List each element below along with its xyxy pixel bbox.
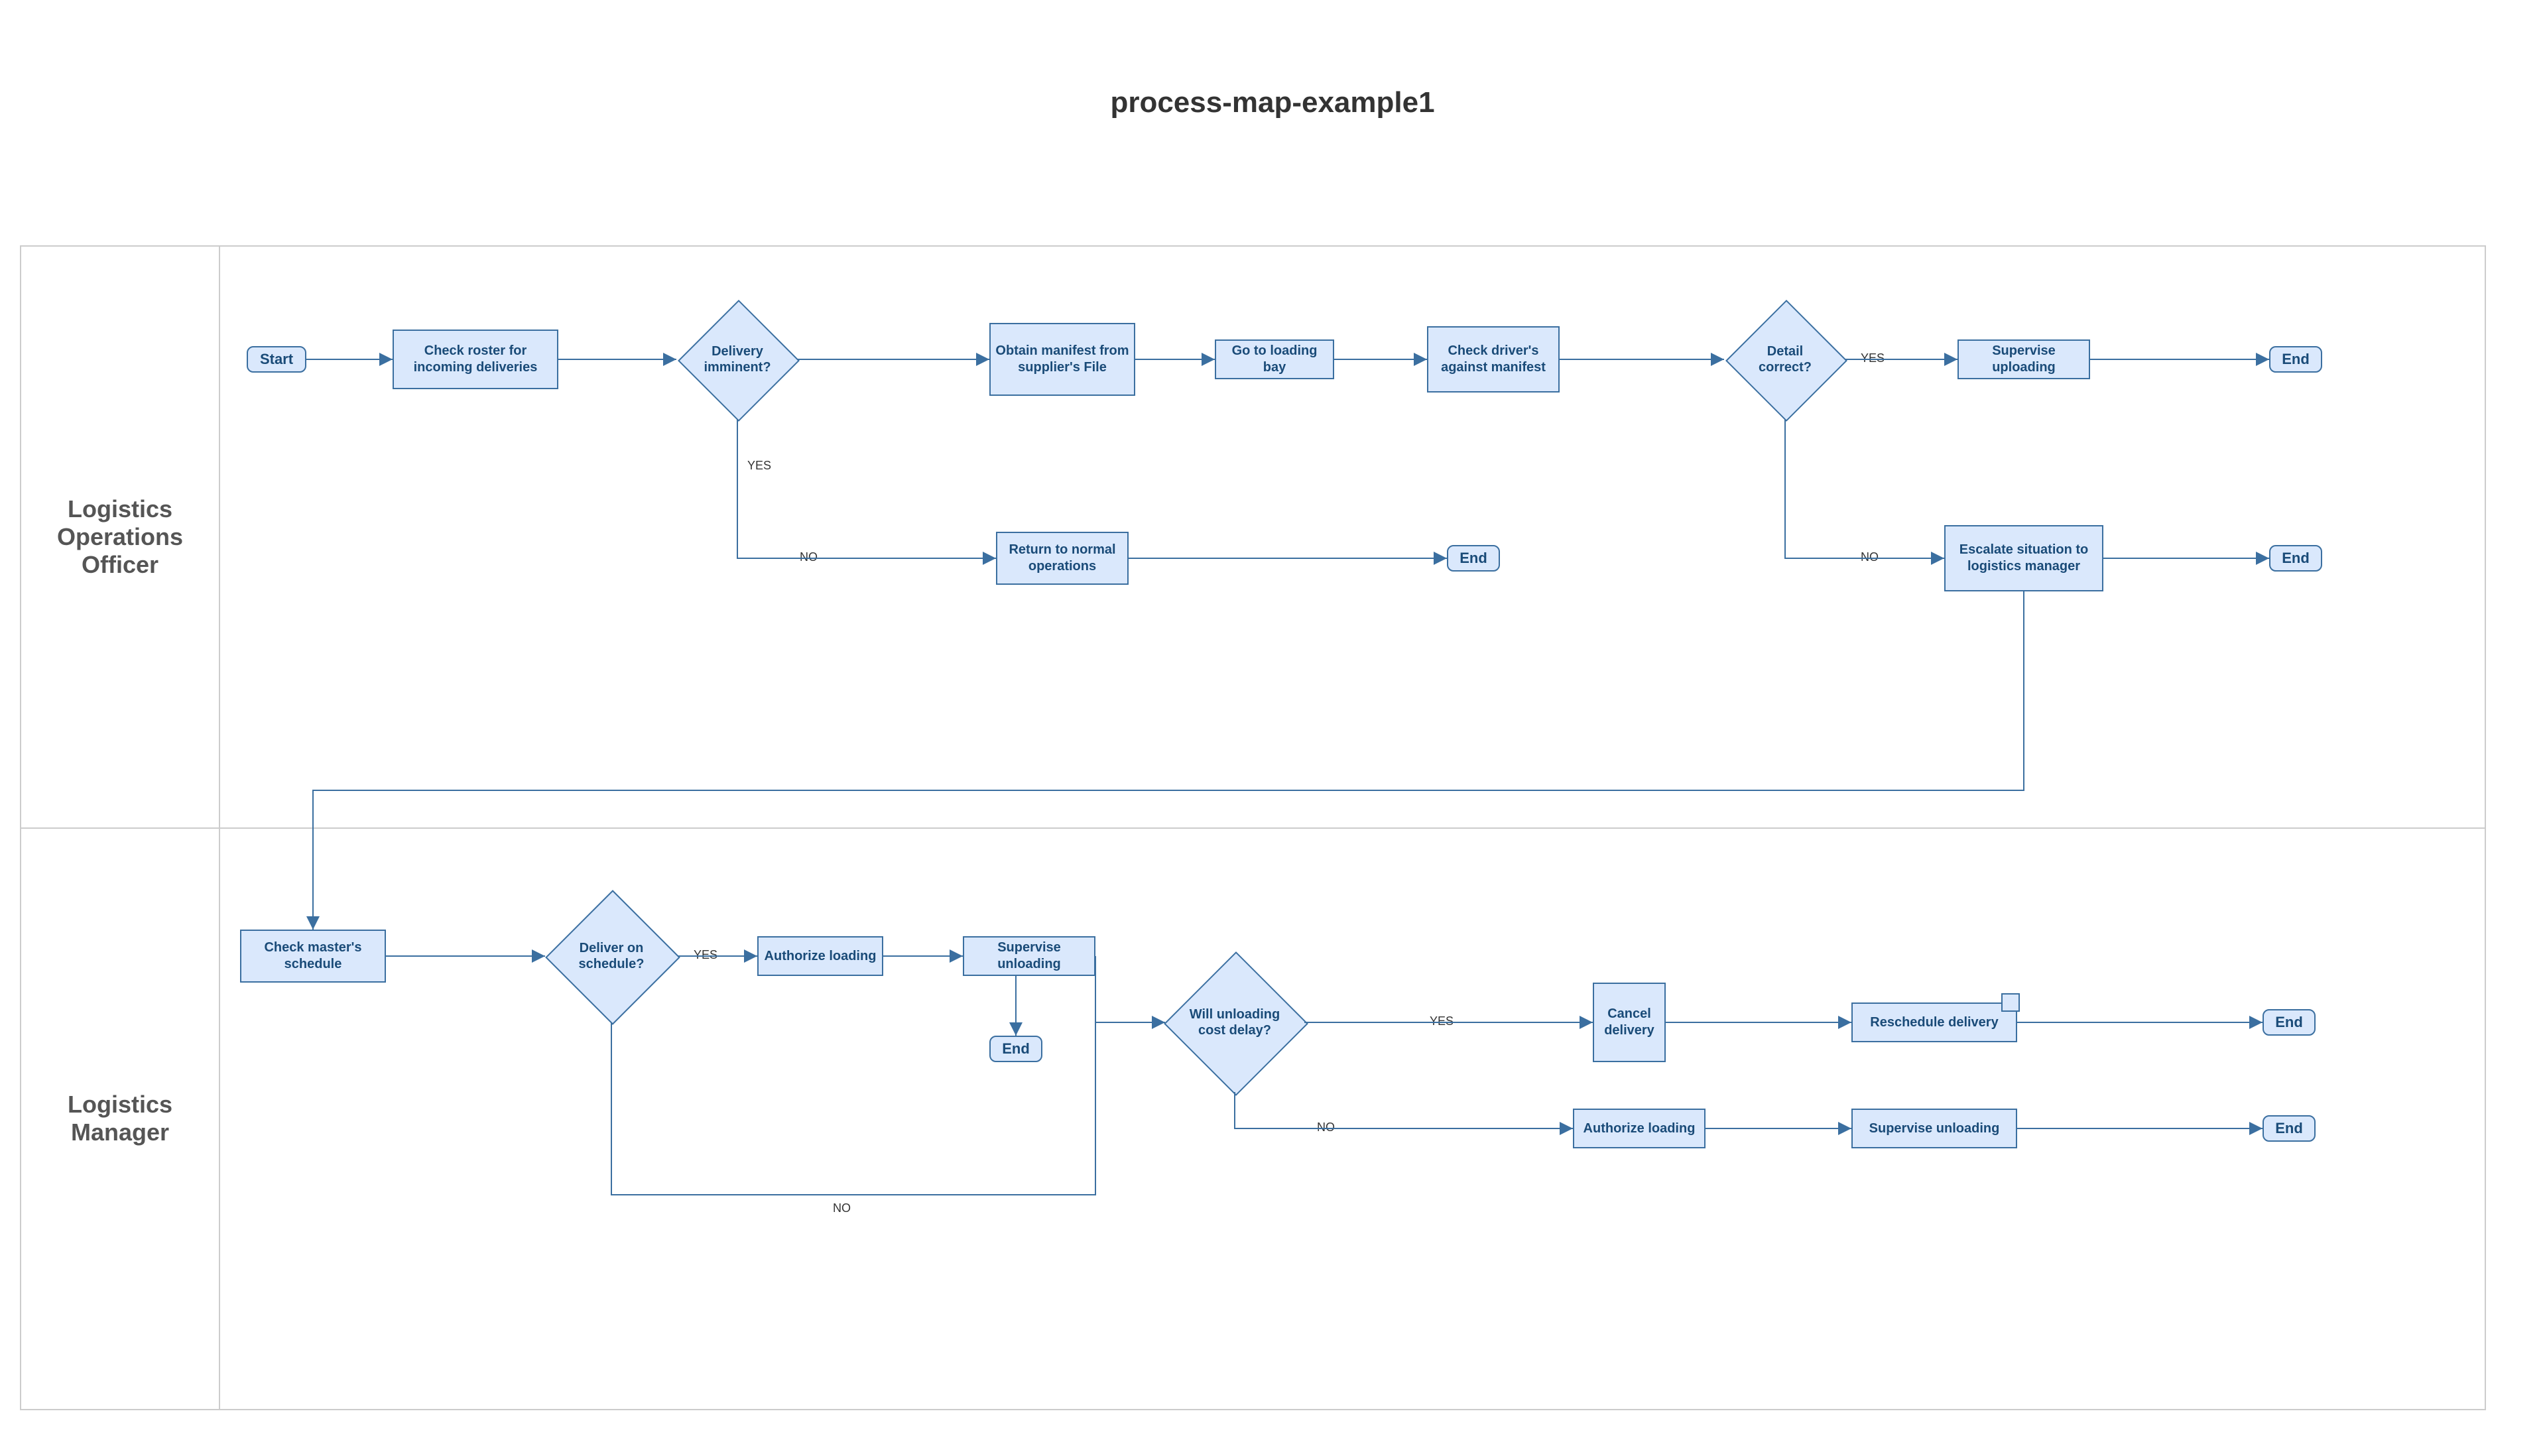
lane-header-manager: Logistics Manager [21,827,220,1409]
start-node: Start [247,346,306,373]
end-node-6: End [2263,1115,2316,1142]
edge-label-no-2: NO [1858,550,1881,564]
end-node-1: End [2269,346,2322,373]
check-drivers-node: Check driver's against manifest [1427,326,1560,393]
reschedule-delivery-node: Reschedule delivery [1851,1002,2017,1042]
supervise-unloading-node-2: Supervise unloading [1851,1109,2017,1148]
return-normal-node: Return to normal operations [996,532,1129,585]
edge-label-yes-1: YES [745,459,774,473]
supervise-unloading-node-1: Supervise unloading [963,936,1095,976]
check-roster-node: Check roster for incoming deliveries [393,330,558,389]
obtain-manifest-node: Obtain manifest from supplier's File [989,323,1135,396]
diagram-title: process-map-example1 [0,86,2545,119]
edge-label-yes-4: YES [1427,1014,1456,1028]
authorize-loading-node-2: Authorize loading [1573,1109,1706,1148]
go-loading-bay-node: Go to loading bay [1215,339,1334,379]
edge-label-no-1: NO [797,550,820,564]
end-node-3: End [2269,545,2322,572]
escalate-node: Escalate situation to logistics manager [1944,525,2103,591]
edge-label-yes-2: YES [1858,351,1887,365]
end-node-2: End [1447,545,1500,572]
end-node-5: End [2263,1009,2316,1036]
cancel-delivery-node: Cancel delivery [1593,983,1666,1062]
lane-logistics-manager: Logistics Manager [21,827,2485,1409]
lane-header-officer: Logistics Operations Officer [21,247,220,827]
end-node-4: End [989,1036,1042,1062]
swimlane-pool: Logistics Operations Officer Logistics M… [20,245,2486,1410]
supervise-uploading-node: Supervise uploading [1957,339,2090,379]
edge-label-no-4: NO [1314,1121,1337,1134]
subprocess-indicator-icon [2001,993,2020,1012]
lane-logistics-operations-officer: Logistics Operations Officer [21,247,2485,829]
edge-label-no-3: NO [830,1201,853,1215]
check-master-node: Check master's schedule [240,930,386,983]
authorize-loading-node-1: Authorize loading [757,936,883,976]
edge-label-yes-3: YES [691,948,720,962]
